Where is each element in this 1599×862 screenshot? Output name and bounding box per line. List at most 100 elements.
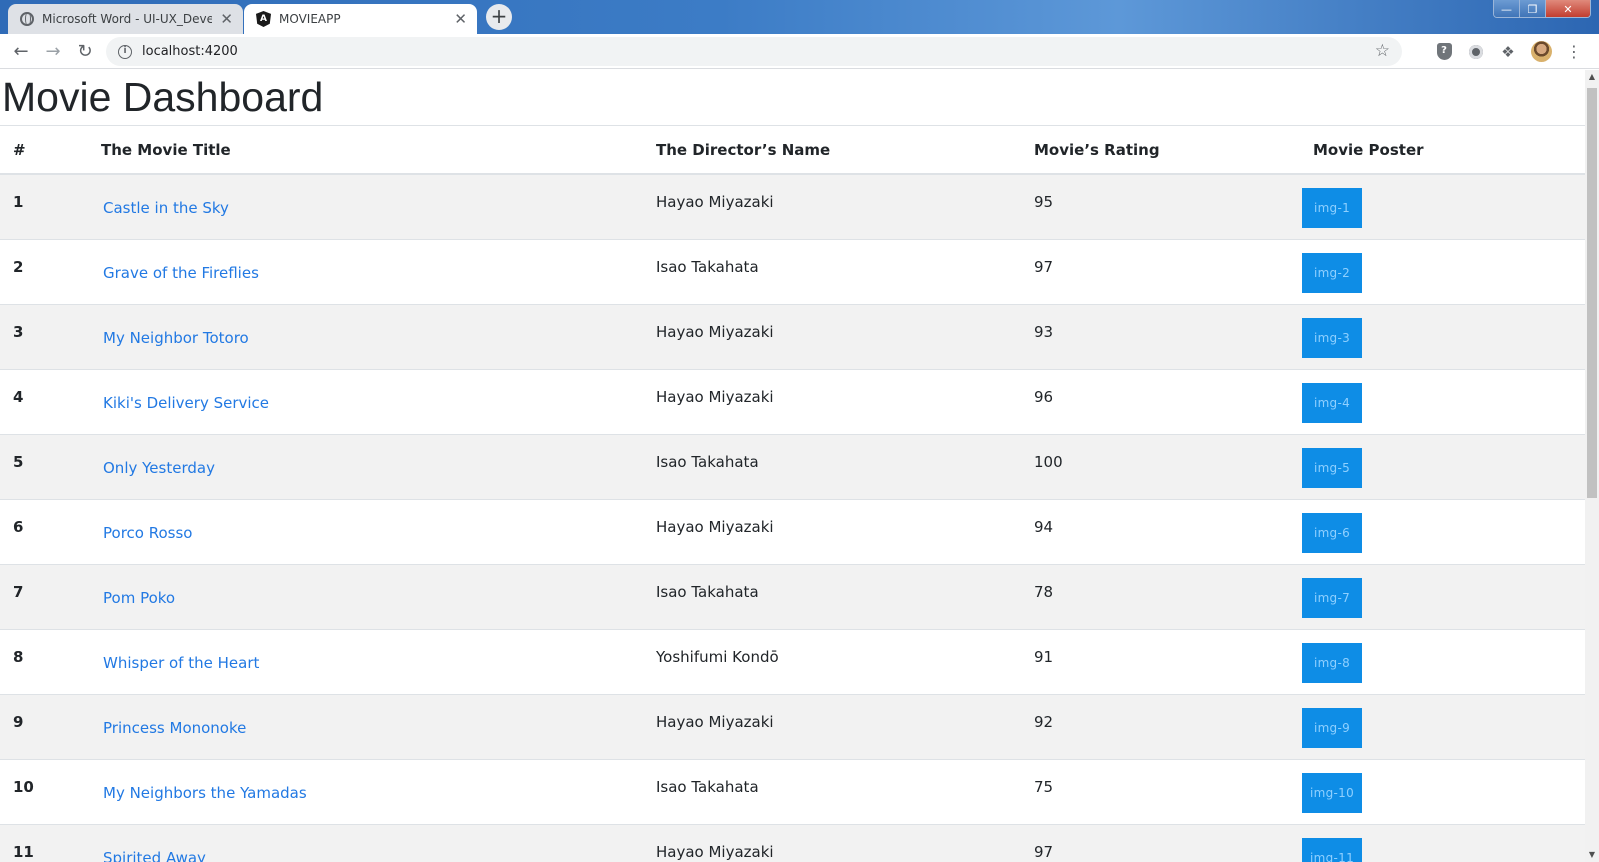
movie-title-link[interactable]: Kiki's Delivery Service	[103, 394, 269, 412]
movie-rating: 95	[1034, 193, 1054, 211]
movie-rating: 93	[1034, 322, 1054, 341]
profile-avatar[interactable]	[1531, 41, 1552, 62]
table-row: 9 Princess Mononoke Hayao Miyazaki 92 im…	[0, 694, 1585, 759]
director-name: Isao Takahata	[656, 452, 759, 471]
tab-title: Microsoft Word - UI-UX_Develop	[42, 12, 213, 26]
url-text[interactable]: localhost:4200	[142, 44, 238, 59]
close-tab-icon[interactable]: ✕	[220, 11, 233, 27]
movie-poster-image[interactable]: img-5	[1302, 447, 1362, 488]
movie-title-link[interactable]: Castle in the Sky	[103, 199, 229, 217]
movie-poster-image[interactable]: img-3	[1302, 317, 1362, 358]
tab-microsoft-word[interactable]: Microsoft Word - UI-UX_Develop ✕	[8, 4, 243, 34]
new-tab-button[interactable]: +	[486, 4, 512, 30]
kebab-menu-icon[interactable]: ⋮	[1566, 42, 1582, 61]
director-name: Yoshifumi Kondō	[656, 647, 779, 666]
shield-extension-icon[interactable]: ?	[1434, 42, 1454, 62]
back-arrow-icon[interactable]: ←	[9, 40, 33, 64]
movie-poster-image[interactable]: img-8	[1302, 642, 1362, 683]
table-row: 6 Porco Rosso Hayao Miyazaki 94 img-6	[0, 499, 1585, 564]
director-name: Hayao Miyazaki	[656, 712, 774, 731]
info-icon[interactable]: i	[118, 44, 132, 59]
address-bar[interactable]: i localhost:4200 ☆	[106, 37, 1402, 66]
movie-rating: 92	[1034, 712, 1054, 731]
director-name: Isao Takahata	[656, 777, 759, 796]
row-number: 5	[13, 452, 24, 471]
reload-icon[interactable]: ↻	[73, 40, 97, 64]
movie-rating: 97	[1034, 257, 1054, 276]
director-name: Isao Takahata	[656, 257, 759, 276]
header-poster: Movie Poster	[1300, 126, 1585, 175]
movie-title-link[interactable]: Princess Mononoke	[103, 719, 246, 737]
movie-title-link[interactable]: My Neighbor Totoro	[103, 329, 249, 347]
row-number: 2	[13, 257, 24, 276]
movie-rating: 91	[1034, 647, 1054, 666]
browser-toolbar: ← → ↻ i localhost:4200 ☆ ? ❖ ⋮	[0, 34, 1599, 69]
table-row: 8 Whisper of the Heart Yoshifumi Kondō 9…	[0, 629, 1585, 694]
table-header-row: # The Movie Title The Director’s Name Mo…	[0, 126, 1585, 175]
scrollbar-thumb[interactable]	[1587, 88, 1597, 498]
table-row: 5 Only Yesterday Isao Takahata 100 img-5	[0, 434, 1585, 499]
movie-title-link[interactable]: Only Yesterday	[103, 459, 215, 477]
row-number: 8	[13, 647, 24, 666]
header-rating: Movie’s Rating	[1021, 126, 1300, 175]
movie-rating: 97	[1034, 842, 1054, 861]
movie-table: # The Movie Title The Director’s Name Mo…	[0, 126, 1585, 862]
row-number: 10	[13, 777, 34, 796]
row-number: 1	[13, 193, 24, 211]
minimize-icon[interactable]: —	[1494, 0, 1520, 17]
table-row: 7 Pom Poko Isao Takahata 78 img-7	[0, 564, 1585, 629]
movie-poster-image[interactable]: img-9	[1302, 707, 1362, 748]
header-movie-title: The Movie Title	[88, 126, 643, 175]
header-director: The Director’s Name	[643, 126, 1021, 175]
row-number: 7	[13, 582, 24, 601]
movie-title-link[interactable]: Porco Rosso	[103, 524, 192, 542]
director-name: Isao Takahata	[656, 582, 759, 601]
movie-poster-image[interactable]: img-10	[1302, 772, 1362, 813]
movie-rating: 96	[1034, 387, 1054, 406]
restore-icon[interactable]: ❐	[1520, 0, 1546, 17]
forward-arrow-icon[interactable]: →	[41, 40, 65, 64]
table-row: 11 Spirited Away Hayao Miyazaki 97 img-1…	[0, 824, 1585, 862]
table-row: 1 Castle in the Sky Hayao Miyazaki 95 im…	[0, 174, 1585, 239]
movie-title-link[interactable]: Spirited Away	[103, 849, 206, 862]
table-row: 3 My Neighbor Totoro Hayao Miyazaki 93 i…	[0, 304, 1585, 369]
director-name: Hayao Miyazaki	[656, 517, 774, 536]
bookmark-star-icon[interactable]: ☆	[1375, 41, 1390, 61]
movie-rating: 94	[1034, 517, 1054, 536]
movie-title-link[interactable]: Pom Poko	[103, 589, 175, 607]
table-row: 10 My Neighbors the Yamadas Isao Takahat…	[0, 759, 1585, 824]
movie-rating: 75	[1034, 777, 1054, 796]
movie-poster-image[interactable]: img-2	[1302, 252, 1362, 293]
movie-poster-image[interactable]: img-1	[1302, 188, 1362, 228]
page-content: Movie Dashboard # The Movie Title The Di…	[0, 70, 1585, 862]
circle-extension-icon[interactable]	[1466, 42, 1486, 62]
row-number: 11	[13, 842, 34, 861]
page-title: Movie Dashboard	[0, 70, 1585, 126]
header-number: #	[0, 126, 88, 175]
movie-rating: 100	[1034, 452, 1063, 471]
vertical-scrollbar[interactable]: ▲ ▼	[1585, 70, 1599, 862]
movie-poster-image[interactable]: img-6	[1302, 512, 1362, 553]
angular-icon: A	[256, 11, 271, 27]
tab-title: MOVIEAPP	[279, 12, 341, 26]
scroll-up-arrow-icon[interactable]: ▲	[1585, 70, 1599, 84]
movie-poster-image[interactable]: img-11	[1302, 837, 1362, 862]
window-controls: — ❐ ✕	[1493, 0, 1591, 18]
globe-icon	[20, 12, 34, 26]
extensions-puzzle-icon[interactable]: ❖	[1498, 42, 1518, 62]
scroll-down-arrow-icon[interactable]: ▼	[1585, 848, 1599, 862]
movie-poster-image[interactable]: img-4	[1302, 382, 1362, 423]
movie-title-link[interactable]: Whisper of the Heart	[103, 654, 259, 672]
movie-title-link[interactable]: Grave of the Fireflies	[103, 264, 259, 282]
director-name: Hayao Miyazaki	[656, 193, 774, 211]
browser-tab-strip: Microsoft Word - UI-UX_Develop ✕ A MOVIE…	[0, 0, 1599, 34]
row-number: 9	[13, 712, 24, 731]
close-window-icon[interactable]: ✕	[1546, 0, 1590, 17]
movie-rating: 78	[1034, 582, 1054, 601]
movie-title-link[interactable]: My Neighbors the Yamadas	[103, 784, 307, 802]
row-number: 3	[13, 322, 24, 341]
movie-poster-image[interactable]: img-7	[1302, 577, 1362, 618]
director-name: Hayao Miyazaki	[656, 322, 774, 341]
tab-movieapp[interactable]: A MOVIEAPP ✕	[244, 4, 477, 34]
close-tab-icon[interactable]: ✕	[454, 11, 467, 27]
